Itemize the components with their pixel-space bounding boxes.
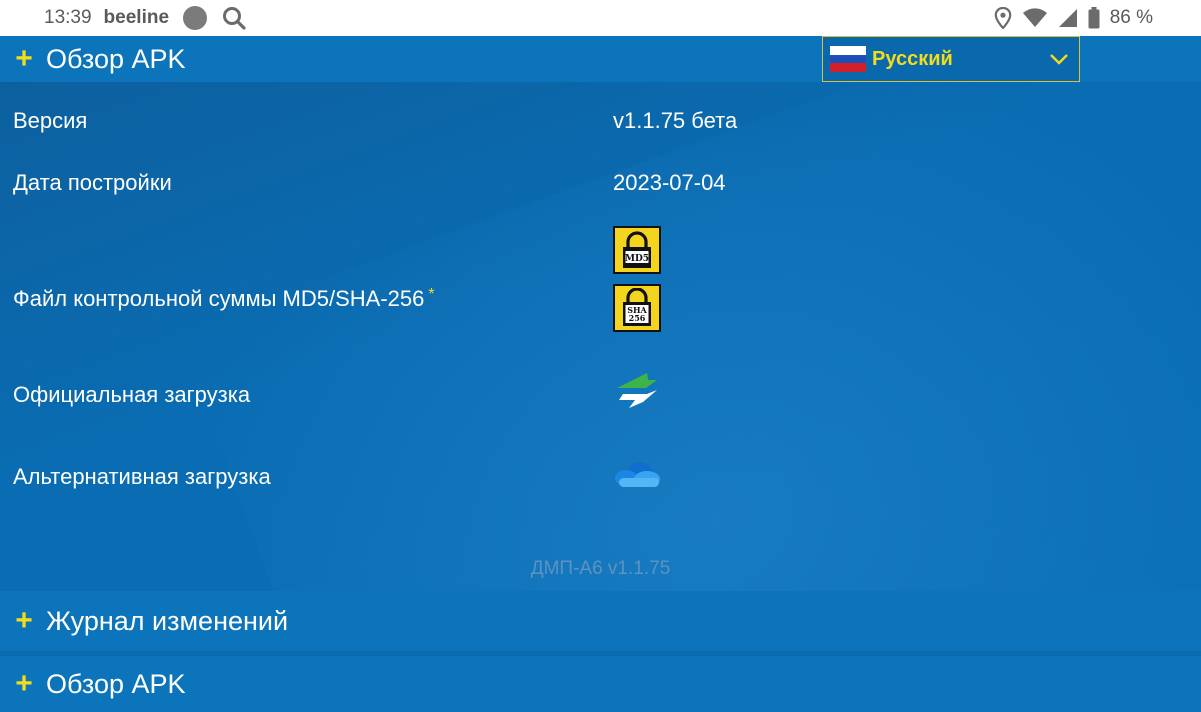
- signal-icon: [1058, 8, 1078, 28]
- status-bar: 13:39 beeline 86 %: [0, 0, 1201, 36]
- official-download-icon[interactable]: [613, 372, 661, 415]
- version-label: Версия: [13, 108, 88, 133]
- official-download-label: Официальная загрузка: [13, 382, 251, 407]
- plus-icon: +: [15, 667, 33, 700]
- language-select[interactable]: Русский: [822, 36, 1080, 82]
- status-time: 13:39: [44, 7, 92, 28]
- changelog-section-header[interactable]: + Журнал изменений: [0, 591, 1201, 651]
- version-value: v1.1.75 бета: [613, 108, 738, 133]
- status-bar-right: 86 %: [994, 7, 1157, 29]
- apk-overview-section-header[interactable]: + Обзор APK: [0, 656, 1201, 712]
- language-select-value: Русский: [872, 47, 953, 70]
- sha-badge-line2: 256: [629, 313, 646, 323]
- overview-header-title: Обзор APK: [46, 43, 186, 74]
- md5-lock-icon[interactable]: MD5: [613, 226, 661, 274]
- search-icon: [221, 5, 247, 31]
- sha256-lock-icon[interactable]: SHA 256: [613, 284, 661, 332]
- plus-icon: +: [15, 604, 33, 637]
- status-carrier: beeline: [103, 7, 170, 28]
- apk-overview-panel: + Обзор APK Русский Версия v1.1.75 бета …: [0, 36, 1201, 591]
- checksum-label: Файл контрольной суммы MD5/SHA-256 *: [13, 286, 435, 312]
- location-icon: [994, 7, 1012, 29]
- russia-flag-icon: [830, 46, 866, 73]
- apk-overview-title: Обзор APK: [46, 668, 186, 699]
- chevron-down-icon: [1049, 53, 1069, 65]
- battery-icon: [1088, 7, 1100, 29]
- build-date-value: 2023-07-04: [613, 170, 726, 195]
- changelog-title: Журнал изменений: [46, 605, 289, 636]
- plus-icon: +: [15, 42, 33, 75]
- checksum-asterisk: *: [428, 286, 435, 303]
- app-version-footer: ДМП-А6 v1.1.75: [530, 558, 671, 579]
- alt-download-label: Альтернативная загрузка: [13, 464, 271, 489]
- notification-dot-icon: [183, 6, 208, 30]
- checksum-label-text: Файл контрольной суммы MD5/SHA-256: [13, 286, 425, 311]
- status-bar-left: 13:39 beeline: [44, 5, 247, 31]
- md5-badge-text: MD5: [625, 254, 649, 264]
- build-date-label: Дата постройки: [13, 170, 172, 195]
- battery-percent: 86 %: [1109, 7, 1153, 28]
- wifi-icon: [1022, 8, 1048, 28]
- onedrive-cloud-icon[interactable]: [613, 458, 661, 495]
